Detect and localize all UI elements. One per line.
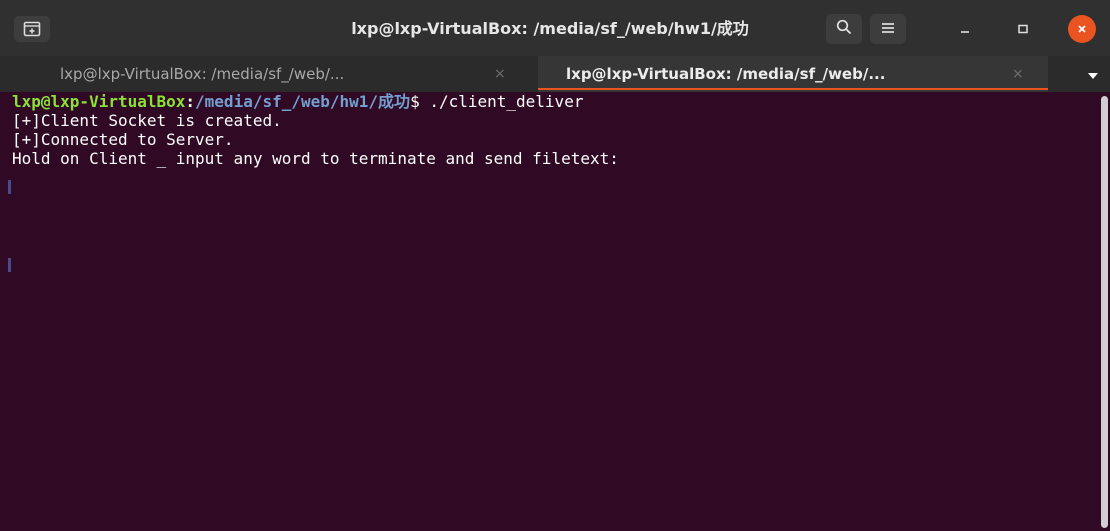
terminal-window: lxp@lxp-VirtualBox: /media/sf_/web/hw1/成… xyxy=(0,0,1110,531)
tab-close-icon[interactable]: × xyxy=(1012,56,1024,92)
header-bar: lxp@lxp-VirtualBox: /media/sf_/web/hw1/成… xyxy=(0,0,1110,56)
tab-label: lxp@lxp-VirtualBox: /media/sf_/web/... xyxy=(60,65,345,83)
gutter-marker xyxy=(8,258,11,272)
menu-button[interactable] xyxy=(870,14,906,44)
prompt-user: lxp@lxp-VirtualBox xyxy=(12,92,186,111)
command-text: ./client_deliver xyxy=(429,92,584,111)
terminal-output[interactable]: lxp@lxp-VirtualBox:/media/sf_/web/hw1/成功… xyxy=(0,92,1098,531)
search-button[interactable] xyxy=(826,14,862,44)
new-tab-button[interactable] xyxy=(14,16,50,42)
tab-bar: lxp@lxp-VirtualBox: /media/sf_/web/... ×… xyxy=(0,56,1110,92)
tab-terminal-1[interactable]: lxp@lxp-VirtualBox: /media/sf_/web/... × xyxy=(0,56,538,92)
scrollbar[interactable] xyxy=(1098,92,1110,531)
minimize-button[interactable] xyxy=(950,14,980,44)
hamburger-menu-icon xyxy=(880,20,896,39)
output-line: Hold on Client _ input any word to termi… xyxy=(12,149,619,168)
prompt-dollar: $ xyxy=(410,92,430,111)
scrollbar-thumb[interactable] xyxy=(1101,96,1108,528)
gutter-marker xyxy=(8,180,11,194)
prompt-line: lxp@lxp-VirtualBox:/media/sf_/web/hw1/成功… xyxy=(12,92,1098,111)
active-tab-indicator xyxy=(538,88,1048,90)
minimize-icon xyxy=(959,20,971,39)
tab-terminal-2[interactable]: lxp@lxp-VirtualBox: /media/sf_/web/... × xyxy=(538,56,1048,92)
maximize-button[interactable] xyxy=(1008,14,1038,44)
tab-list-dropdown[interactable] xyxy=(1076,56,1110,92)
chevron-down-icon xyxy=(1087,65,1099,84)
output-line: [+]Client Socket is created. xyxy=(12,111,282,130)
output-line: [+]Connected to Server. xyxy=(12,130,234,149)
close-button[interactable] xyxy=(1068,15,1096,43)
window-title: lxp@lxp-VirtualBox: /media/sf_/web/hw1/成… xyxy=(351,19,749,38)
prompt-path: /media/sf_/web/hw1/成功 xyxy=(195,92,411,111)
prompt-colon: : xyxy=(185,92,196,111)
new-tab-icon xyxy=(23,21,41,37)
tab-label: lxp@lxp-VirtualBox: /media/sf_/web/... xyxy=(566,65,886,83)
tab-close-icon[interactable]: × xyxy=(494,56,506,92)
maximize-icon xyxy=(1017,20,1029,39)
close-icon xyxy=(1076,20,1088,39)
search-icon xyxy=(836,19,852,39)
